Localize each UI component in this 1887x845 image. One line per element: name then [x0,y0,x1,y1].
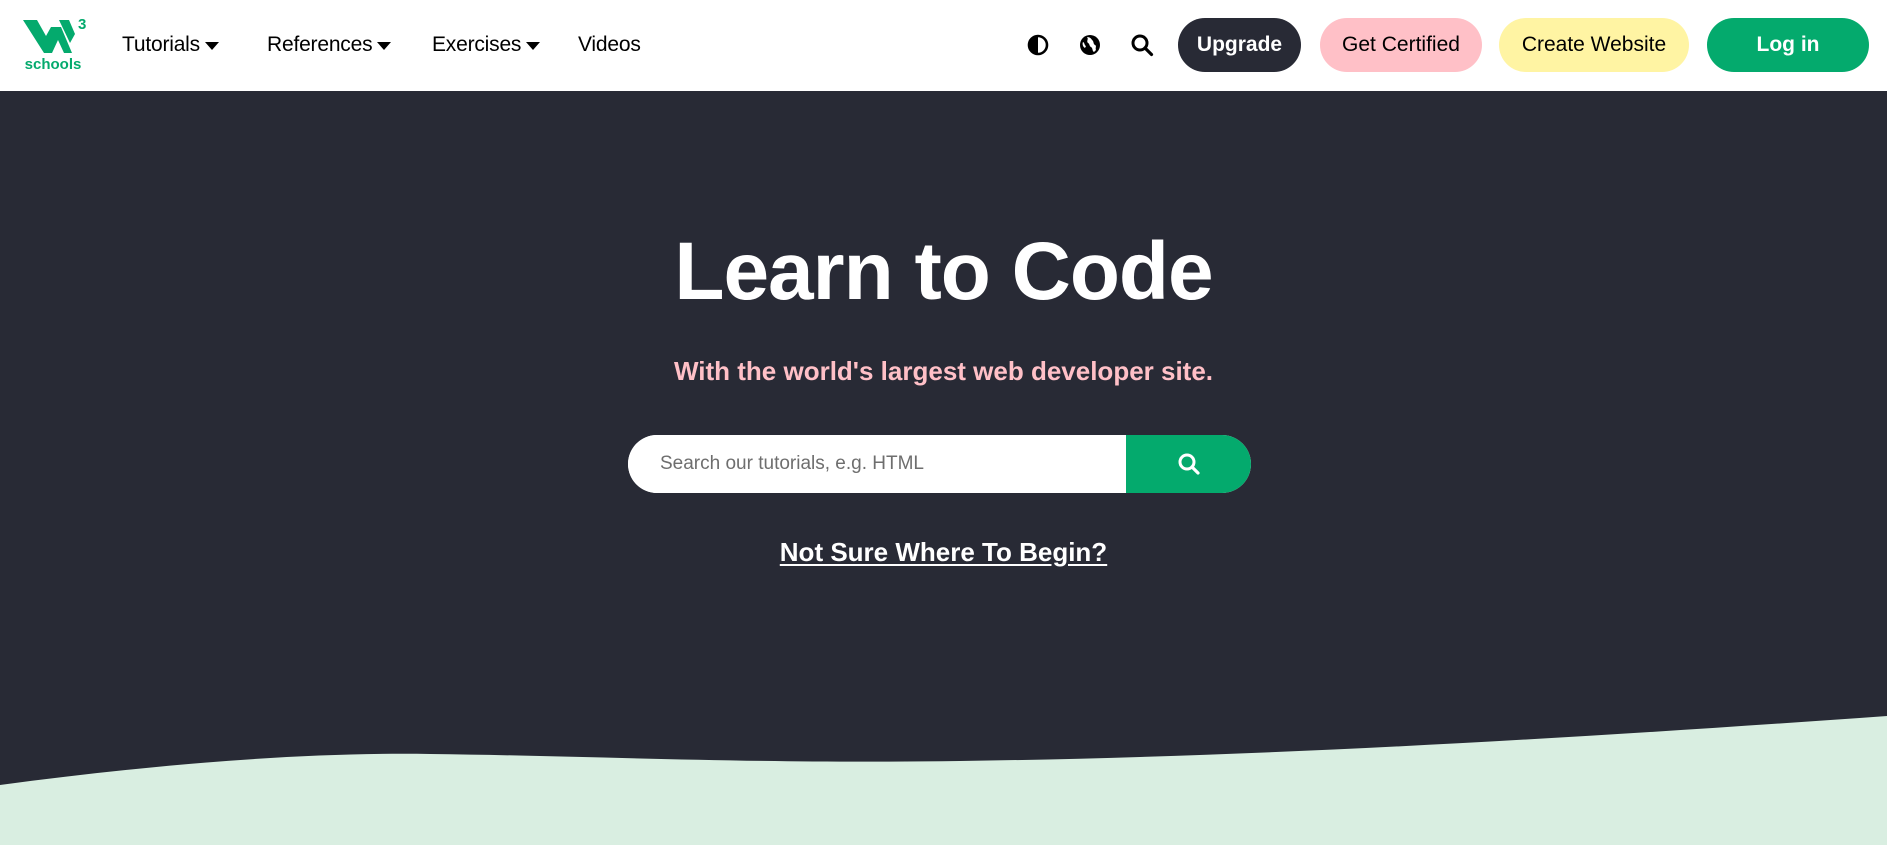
hero-title: Learn to Code [674,226,1213,317]
search-icon [1178,453,1200,475]
upgrade-button[interactable]: Upgrade [1178,18,1301,72]
nav-tutorials-label: Tutorials [122,33,200,56]
nav-references[interactable]: References [267,30,392,60]
w3schools-logo[interactable]: 3 schools [22,14,88,74]
nav-videos[interactable]: Videos [578,30,641,60]
caret-down-icon [526,42,541,50]
hero-subtitle: With the world's largest web developer s… [673,356,1214,386]
tutorial-search-submit-button[interactable] [1126,435,1251,493]
w3schools-logo-icon: 3 schools [23,16,86,73]
nav-references-label: References [267,33,373,56]
nav-exercises[interactable]: Exercises [432,30,541,60]
not-sure-where-to-begin-link[interactable]: Not Sure Where To Begin? [780,537,1107,567]
get-certified-button[interactable]: Get Certified [1320,18,1482,72]
caret-down-icon [377,42,392,50]
language-button[interactable] [1078,33,1102,57]
caret-down-icon [204,42,219,50]
top-navigation-bar: 3 schools Tutorials References Exercises… [0,0,1887,91]
toggle-dark-mode-button[interactable] [1026,33,1050,57]
nav-exercises-label: Exercises [432,33,522,56]
search-icon [1131,34,1154,57]
logo-text: schools [25,56,82,73]
nav-videos-label: Videos [578,33,641,56]
globe-icon [1080,35,1100,55]
login-button[interactable]: Log in [1707,18,1869,72]
create-website-button[interactable]: Create Website [1499,18,1689,72]
tutorial-search-input[interactable] [628,435,1126,493]
contrast-icon [1027,34,1049,56]
logo-superscript: 3 [78,16,86,33]
nav-tutorials[interactable]: Tutorials [122,30,219,60]
header-search-button[interactable] [1130,33,1154,57]
begin-link-row: Not Sure Where To Begin? [0,534,1887,570]
tutorial-search-form [628,435,1251,493]
